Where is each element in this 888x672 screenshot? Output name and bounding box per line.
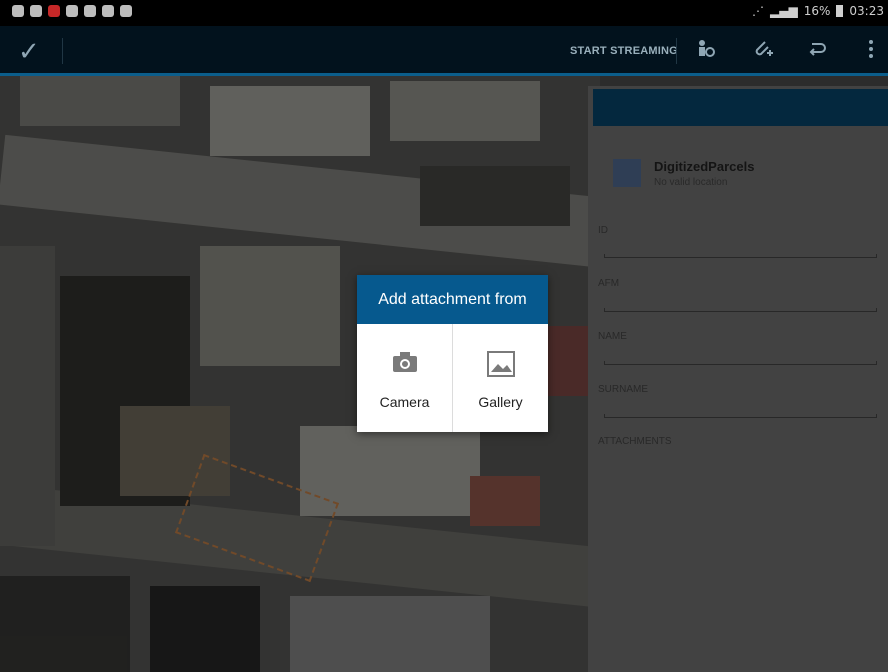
system-status: ⋰ ▂▄▆ 16% 03:23 (752, 4, 884, 18)
browser-icon (120, 5, 132, 17)
add-attachment-icon[interactable] (751, 38, 773, 65)
locate-person-icon[interactable] (694, 38, 716, 65)
start-streaming-button[interactable]: START STREAMING (570, 45, 678, 57)
gallery-option[interactable]: Gallery (453, 324, 548, 432)
camera-icon (391, 350, 419, 379)
signal-icon: ▂▄▆ (770, 4, 798, 18)
camera-option[interactable]: Camera (357, 324, 452, 432)
twitter-icon (66, 5, 78, 17)
image-icon (486, 350, 516, 383)
app-notification-icon (48, 5, 60, 17)
instagram-icon (84, 5, 96, 17)
add-attachment-dialog: Add attachment from Camera Gallery (357, 275, 548, 432)
chat-icon (12, 5, 24, 17)
gallery-notification-icon (30, 5, 42, 17)
gallery-label: Gallery (478, 394, 523, 410)
dialog-title: Add attachment from (357, 275, 548, 324)
battery-percent: 16% (803, 4, 831, 18)
camera-label: Camera (379, 394, 430, 410)
wifi-icon: ⋰ (752, 4, 765, 18)
check-icon[interactable]: ✓ (18, 37, 40, 67)
battery-icon (836, 5, 844, 17)
clock: 03:23 (849, 4, 884, 18)
status-bar: ⋰ ▂▄▆ 16% 03:23 (0, 0, 888, 26)
instagram-icon-2 (102, 5, 114, 17)
overflow-menu-icon[interactable] (866, 38, 876, 65)
notification-icons (12, 5, 132, 17)
undo-icon[interactable] (806, 38, 828, 65)
toolbar-divider-2 (676, 38, 677, 64)
toolbar-divider (62, 38, 63, 64)
app-toolbar: ✓ START STREAMING (0, 26, 888, 76)
